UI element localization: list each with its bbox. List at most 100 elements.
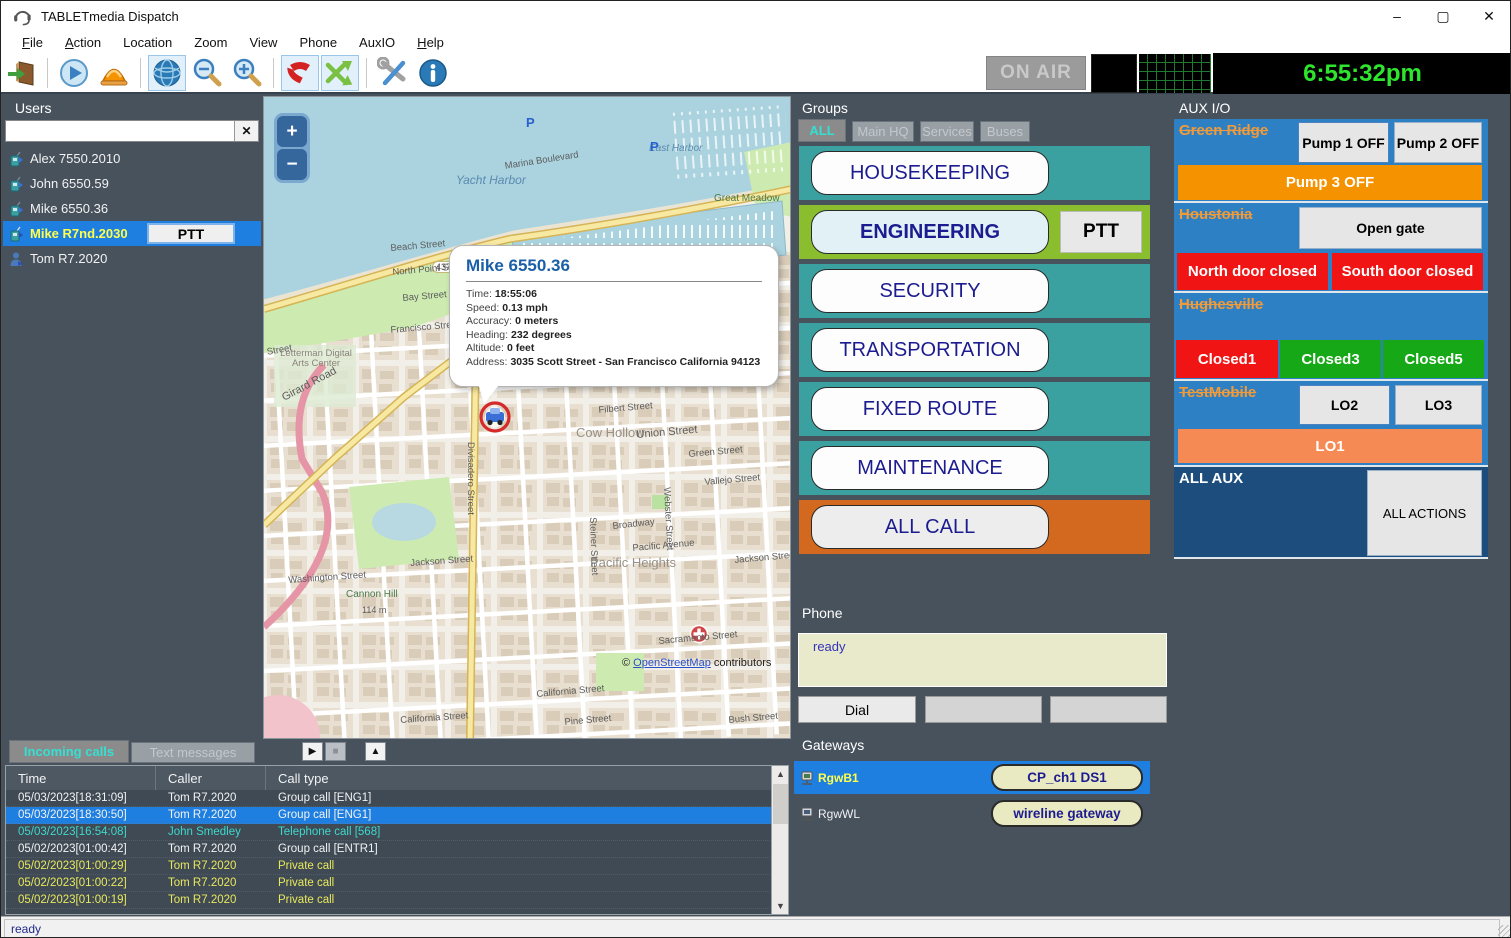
resize-grip[interactable] xyxy=(1498,925,1511,938)
map-street-label: Divisadero Street xyxy=(465,442,476,515)
menu-zoom[interactable]: Zoom xyxy=(183,33,238,52)
map-parking-label: P xyxy=(526,115,535,130)
close-button[interactable]: ✕ xyxy=(1466,1,1511,31)
call-row[interactable]: 05/02/2023[01:00:42]Tom R7.2020Group cal… xyxy=(6,841,788,858)
call-row[interactable]: 05/03/2023[18:30:50]Tom R7.2020Group cal… xyxy=(6,807,788,824)
play-icon xyxy=(58,57,90,89)
user-row[interactable]: Alex 7550.2010 xyxy=(3,146,261,171)
aux-button[interactable]: LO3 xyxy=(1395,385,1482,425)
tab-text-messages[interactable]: Text messages xyxy=(131,742,255,763)
call-row[interactable]: 05/02/2023[01:00:22]Tom R7.2020Private c… xyxy=(6,875,788,892)
map-zoom-in-button[interactable]: + xyxy=(277,116,307,147)
column-call-type[interactable]: Call type xyxy=(266,766,788,790)
gateway-channel-button[interactable]: CP_ch1 DS1 xyxy=(991,764,1143,791)
gateway-channel-button[interactable]: wireline gateway xyxy=(991,800,1143,827)
column-caller[interactable]: Caller xyxy=(156,766,266,790)
aux-button[interactable]: Pump 1 OFF xyxy=(1298,122,1389,163)
group-ptt-button[interactable]: PTT xyxy=(1060,211,1142,253)
all-call-button[interactable]: ALL CALL xyxy=(811,505,1049,549)
popup-field-value: 232 degrees xyxy=(511,329,572,341)
call-row[interactable]: 05/02/2023[01:00:19]Tom R7.2020Private c… xyxy=(6,892,788,909)
aux-section-all-aux: ALL AUX ALL ACTIONS xyxy=(1174,467,1488,559)
call-row[interactable]: 05/03/2023[16:54:08]John SmedleyTelephon… xyxy=(6,824,788,841)
all-actions-button[interactable]: ALL ACTIONS xyxy=(1367,470,1482,556)
exit-button[interactable] xyxy=(2,55,40,91)
tab-all[interactable]: ALL xyxy=(798,119,846,142)
user-row-selected[interactable]: Mike R7nd.2030 PTT xyxy=(3,221,261,246)
phone-blank-button[interactable] xyxy=(925,696,1042,723)
call-row[interactable]: 05/02/2023[01:00:29]Tom R7.2020Private c… xyxy=(6,858,788,875)
minimize-button[interactable]: – xyxy=(1374,1,1420,31)
calls-scrollbar[interactable]: ▲ ▼ xyxy=(771,766,788,914)
aux-section-name: TestMobile xyxy=(1179,384,1256,401)
clear-search-button[interactable]: ✕ xyxy=(234,121,258,141)
scroll-thumb[interactable] xyxy=(773,784,788,824)
group-call-button[interactable]: MAINTENANCE xyxy=(811,446,1049,490)
aux-button[interactable]: Closed1 xyxy=(1176,340,1278,378)
settings-button[interactable] xyxy=(374,55,412,91)
group-call-button[interactable]: ENGINEERING xyxy=(811,210,1049,254)
menu-help[interactable]: Help xyxy=(406,33,455,52)
stop-recording-button[interactable]: ■ xyxy=(325,742,346,761)
menu-phone[interactable]: Phone xyxy=(288,33,348,52)
aux-button[interactable]: Closed5 xyxy=(1383,340,1484,378)
gateway-row[interactable]: RgwWL wireline gateway xyxy=(794,797,1150,830)
group-call-button[interactable]: HOUSEKEEPING xyxy=(811,151,1049,195)
group-row: HOUSEKEEPING xyxy=(799,146,1150,200)
column-time[interactable]: Time xyxy=(6,766,156,790)
tab-incoming-calls[interactable]: Incoming calls xyxy=(9,740,129,763)
aux-button[interactable]: Closed3 xyxy=(1280,340,1381,378)
map-view[interactable]: Yacht Harbor East Harbor Marina Boulevar… xyxy=(263,96,791,739)
phone-blank-button[interactable] xyxy=(1050,696,1167,723)
menu-location[interactable]: Location xyxy=(112,33,183,52)
aux-button[interactable]: Pump 3 OFF xyxy=(1178,165,1482,200)
play-button[interactable] xyxy=(55,55,93,91)
group-call-button[interactable]: FIXED ROUTE xyxy=(811,387,1049,431)
gateway-row-selected[interactable]: RgwB1 CP_ch1 DS1 xyxy=(794,761,1150,794)
dial-button[interactable]: Dial xyxy=(798,696,916,723)
maximize-button[interactable]: ▢ xyxy=(1420,1,1466,31)
user-ptt-button[interactable]: PTT xyxy=(147,223,235,244)
group-row-all-call: ALL CALL xyxy=(799,500,1150,554)
menu-auxio[interactable]: AuxIO xyxy=(348,33,406,52)
zoom-out-button[interactable] xyxy=(188,55,226,91)
tab-main-hq[interactable]: Main HQ xyxy=(852,121,914,142)
map-view-button[interactable] xyxy=(148,55,186,91)
user-row[interactable]: John 6550.59 xyxy=(3,171,261,196)
aux-panel-title: AUX I/O xyxy=(1171,96,1511,118)
alert-button[interactable] xyxy=(95,55,133,91)
user-row[interactable]: Mike 6550.36 xyxy=(3,196,261,221)
play-recording-button[interactable]: ▶ xyxy=(302,742,323,761)
gateway-name: RgwWL xyxy=(818,807,860,821)
call-row[interactable]: 05/03/2023[18:31:09]Tom R7.2020Group cal… xyxy=(6,790,788,807)
user-row[interactable]: Tom R7.2020 xyxy=(3,246,261,271)
info-button[interactable] xyxy=(414,55,452,91)
status-text: ready xyxy=(4,919,1500,938)
map-zoom-out-button[interactable]: − xyxy=(277,149,307,180)
globe-icon xyxy=(151,57,183,89)
patch-button[interactable] xyxy=(321,55,359,91)
aux-button[interactable]: North door closed xyxy=(1177,253,1328,290)
phone-call-button[interactable] xyxy=(281,55,319,91)
scroll-top-button[interactable]: ▲ xyxy=(365,742,386,761)
map-area-label: Letterman Digital Arts Center xyxy=(280,349,352,370)
menu-view[interactable]: View xyxy=(239,33,289,52)
tab-services[interactable]: Services xyxy=(920,121,974,142)
osm-link[interactable]: OpenStreetMap xyxy=(633,657,711,669)
aux-button[interactable]: South door closed xyxy=(1332,253,1483,290)
aux-button[interactable]: Open gate xyxy=(1299,207,1482,249)
aux-button[interactable]: LO2 xyxy=(1299,385,1390,425)
menu-action[interactable]: Action xyxy=(54,33,112,52)
aux-button[interactable]: LO1 xyxy=(1178,429,1482,463)
tab-buses[interactable]: Buses xyxy=(980,121,1030,142)
menu-file[interactable]: File xyxy=(11,33,54,52)
users-search-input[interactable] xyxy=(6,121,234,141)
phone-panel-title: Phone xyxy=(794,601,1171,623)
aux-button[interactable]: Pump 2 OFF xyxy=(1394,122,1482,163)
scroll-up-arrow[interactable]: ▲ xyxy=(772,766,789,782)
aux-section-name: Green Ridge xyxy=(1179,122,1268,139)
group-call-button[interactable]: TRANSPORTATION xyxy=(811,328,1049,372)
group-call-button[interactable]: SECURITY xyxy=(811,269,1049,313)
scroll-down-arrow[interactable]: ▼ xyxy=(772,898,789,914)
zoom-in-button[interactable] xyxy=(228,55,266,91)
